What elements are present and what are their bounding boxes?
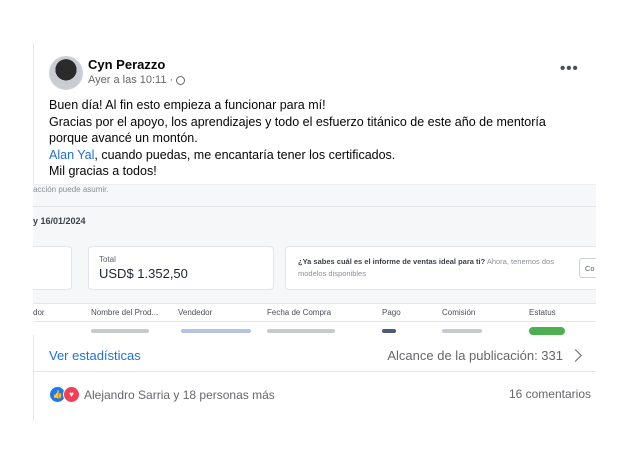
chevron-right-icon bbox=[569, 349, 582, 362]
column-header: Vendedor bbox=[178, 308, 213, 317]
mention-link[interactable]: Alan Yal bbox=[49, 148, 94, 162]
heart-icon: ♥ bbox=[63, 386, 80, 403]
post-reach[interactable]: Alcance de la publicación: 331 bbox=[387, 348, 582, 363]
total-box: Total USD$ 1.352,50 bbox=[88, 246, 274, 290]
cell-blur bbox=[442, 329, 482, 333]
column-header: Fecha de Compra bbox=[267, 308, 332, 317]
post-line-1: Buen día! Al fin esto empieza a funciona… bbox=[49, 98, 326, 112]
reaction-icons: 👍 ♥ bbox=[49, 386, 80, 403]
column-header: Nombre del Prod... bbox=[91, 308, 159, 317]
info-box: ¿Ya sabes cuál es el informe de ventas i… bbox=[285, 246, 596, 290]
info-text: ¿Ya sabes cuál es el informe de ventas i… bbox=[298, 256, 560, 280]
screenshot-top-text: acción puede asumir. bbox=[33, 185, 109, 194]
total-label: Total bbox=[99, 255, 116, 264]
cell-blur bbox=[382, 329, 396, 333]
avatar[interactable] bbox=[49, 56, 83, 90]
meta-separator: · bbox=[169, 74, 174, 86]
comments-count[interactable]: 16 comentarios bbox=[509, 387, 591, 401]
reactions-text: Alejandro Sarria y 18 personas más bbox=[84, 387, 275, 402]
summary-box-partial bbox=[33, 246, 72, 290]
status-pill bbox=[529, 327, 565, 335]
cell-blur bbox=[181, 329, 251, 333]
total-value: USD$ 1.352,50 bbox=[99, 266, 188, 281]
post-meta: Ayer a las 10:11 · bbox=[88, 74, 186, 86]
column-header: Estatus bbox=[529, 308, 556, 317]
post-text: Buen día! Al fin esto empieza a funciona… bbox=[49, 97, 589, 180]
footer-divider bbox=[33, 371, 596, 372]
column-header: dor bbox=[33, 308, 45, 317]
column-header: Comisión bbox=[442, 308, 476, 317]
post-time[interactable]: Ayer a las 10:11 bbox=[88, 74, 166, 86]
table-row bbox=[33, 322, 596, 335]
column-header: Pago bbox=[382, 308, 401, 317]
mention-rest: , cuando puedas, me encantaría tener los… bbox=[94, 147, 396, 162]
reactions-summary[interactable]: 👍 ♥ Alejandro Sarria y 18 personas más bbox=[49, 386, 275, 403]
post-line-3: porque avancé un montón. bbox=[49, 131, 198, 146]
screenshot-divider bbox=[33, 206, 596, 207]
post-line-2: Gracias por el apoyo, los aprendizajes y… bbox=[49, 114, 546, 129]
info-bold: ¿Ya sabes cuál es el informe de ventas i… bbox=[298, 257, 486, 266]
screenshot-date: y 16/01/2024 bbox=[33, 216, 86, 226]
attached-screenshot[interactable]: acción puede asumir. y 16/01/2024 Total … bbox=[33, 184, 596, 335]
cell-blur bbox=[91, 329, 149, 333]
globe-icon bbox=[176, 75, 186, 85]
info-button: Co bbox=[579, 258, 596, 278]
view-stats-link[interactable]: Ver estadísticas bbox=[49, 348, 141, 363]
author-name[interactable]: Cyn Perazzo bbox=[88, 57, 165, 72]
post-line-4: Alan Yal, cuando puedas, me encantaría t… bbox=[49, 147, 589, 164]
post-line-5: Mil gracias a todos! bbox=[49, 164, 157, 179]
table-header: dor Nombre del Prod... Vendedor Fecha de… bbox=[33, 303, 596, 322]
more-options-button[interactable]: ••• bbox=[560, 60, 579, 77]
reach-text: Alcance de la publicación: 331 bbox=[387, 348, 563, 363]
cell-blur bbox=[267, 329, 335, 333]
